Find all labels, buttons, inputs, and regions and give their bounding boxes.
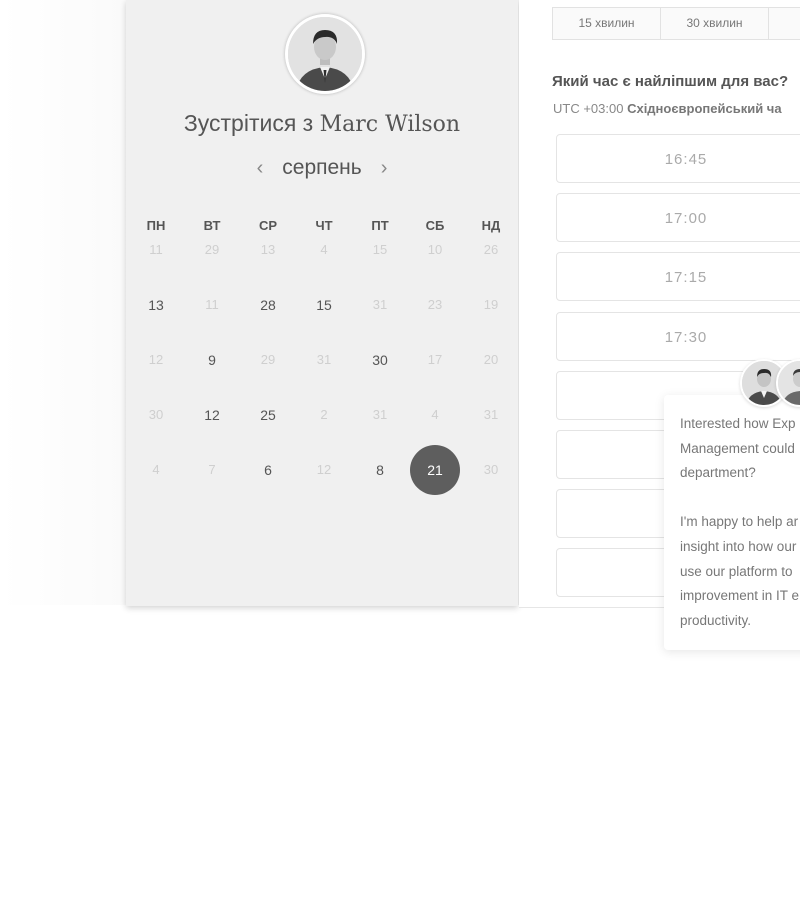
person-icon [288,17,362,91]
calendar-day: 20 [483,352,499,367]
calendar-day: 4 [431,407,439,422]
chevron-right-icon[interactable]: › [378,157,391,180]
calendar-day[interactable]: 6 [243,445,293,495]
timezone-name: Східноєвропейський ча [627,101,782,116]
calendar-day: 31 [372,407,388,422]
calendar-day: 31 [316,352,332,367]
calendar-day: 15 [372,242,388,257]
meeting-scheduler-page: Зустрітися з Marc Wilson ‹ серпень › ПН В… [0,0,800,900]
calendar-day: 13 [260,242,276,257]
calendar-day[interactable]: 12 [187,390,237,440]
calendar-day[interactable]: 13 [131,280,181,330]
calendar-day: 2 [320,407,328,422]
chat-text-line: productivity. [680,612,752,628]
calendar-day: 4 [320,242,328,257]
calendar-day: 31 [372,297,388,312]
calendar-day: 23 [427,297,443,312]
chat-text-line: improvement in IT e [680,588,800,604]
best-time-question: Який час є найліпшим для вас? [552,73,789,90]
time-slot-button[interactable]: 16:45 [556,134,800,183]
chat-paragraph-2: I'm happy to help ar insight into how our… [680,510,800,633]
calendar-day: 26 [483,242,499,257]
calendar-day: 31 [483,407,499,422]
host-name: Marc Wilson [319,112,461,137]
person-icon [778,361,800,405]
chat-text-line: Interested how Exp [680,416,796,431]
timezone-offset: UTC +03:00 [553,101,624,116]
chat-paragraph-1: Interested how Exp Management could depart… [680,412,800,486]
time-slot-button[interactable]: 17:00 [556,193,800,242]
month-label: серпень [282,156,362,179]
calendar-day: 19 [483,297,499,312]
time-slot-button[interactable]: 17:30 [556,312,800,361]
chat-text-line: I'm happy to help ar [680,514,799,530]
chat-popup[interactable]: Interested how Exp Management could depart… [664,395,800,650]
host-avatar [285,14,365,94]
meeting-title: Зустрітися з Marc Wilson [126,110,518,137]
chat-text-line: Management could [680,440,795,456]
calendar-panel: Зустрітися з Marc Wilson ‹ серпень › ПН В… [126,0,518,606]
calendar-day[interactable]: 15 [299,280,349,330]
duration-tabs: 15 хвилин 30 хвилин [552,7,800,40]
meeting-title-prefix: Зустрітися з [183,110,314,136]
calendar-day: 29 [260,352,276,367]
calendar-day[interactable]: 25 [243,390,293,440]
calendar-day[interactable]: 28 [243,280,293,330]
timezone-label: UTC +03:00 Східноєвропейський ча [553,101,782,116]
calendar-day-selected[interactable]: 21 [410,445,460,495]
time-slot-button[interactable]: 17:15 [556,252,800,301]
calendar-day: 12 [148,352,164,367]
calendar-day[interactable]: 30 [355,335,405,385]
chat-text-line: use our platform to [680,563,793,579]
duration-tab[interactable]: 30 хвилин [660,7,769,40]
chat-text-line: insight into how our [680,538,797,554]
calendar-day[interactable]: 8 [355,445,405,495]
calendar-day: 12 [316,462,332,477]
calendar-day: 30 [483,462,499,477]
calendar-day: 10 [427,242,443,257]
calendar-day: 11 [149,242,163,257]
month-navigation: ‹ серпень › [126,156,518,180]
calendar-day: 11 [205,297,219,312]
duration-tab[interactable] [768,7,800,40]
calendar-day: 7 [208,462,216,477]
calendar-day: 17 [427,352,443,367]
calendar-day: 29 [204,242,220,257]
calendar-day: 30 [148,407,164,422]
chevron-left-icon[interactable]: ‹ [254,157,267,180]
duration-tab[interactable]: 15 хвилин [552,7,661,40]
calendar-day: 4 [152,462,160,477]
calendar-day[interactable]: 9 [187,335,237,385]
chat-message: Interested how Exp Management could depart… [680,412,800,633]
chat-text-line: department? [680,465,756,481]
